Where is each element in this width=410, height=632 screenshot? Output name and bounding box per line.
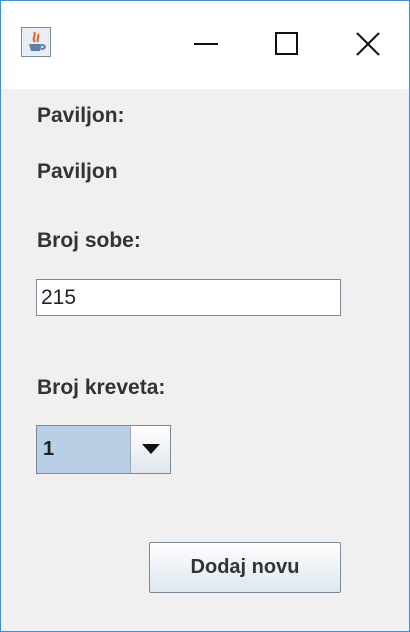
title-bar[interactable] [1,1,409,89]
form-panel: Paviljon: Paviljon Broj sobe: Broj kreve… [1,89,409,631]
close-icon [356,32,380,56]
maximize-button[interactable] [256,19,318,67]
dodaj-novu-button[interactable]: Dodaj novu [149,542,341,593]
maximize-icon [275,32,298,55]
broj-kreveta-select[interactable]: 1 [36,425,171,474]
java-cup-icon[interactable] [21,27,51,57]
minimize-button[interactable] [175,19,237,67]
paviljon-label: Paviljon: [37,104,125,127]
broj-sobe-input[interactable] [36,279,341,316]
broj-kreveta-selected-value[interactable]: 1 [37,426,130,473]
dialog-window: Paviljon: Paviljon Broj sobe: Broj kreve… [0,0,410,632]
close-button[interactable] [337,19,399,67]
minimize-icon [194,43,218,45]
broj-sobe-label: Broj sobe: [37,229,141,252]
dropdown-arrow-button[interactable] [130,426,170,473]
paviljon-value: Paviljon [37,160,118,183]
chevron-down-icon [142,444,160,454]
broj-kreveta-label: Broj kreveta: [37,376,166,399]
